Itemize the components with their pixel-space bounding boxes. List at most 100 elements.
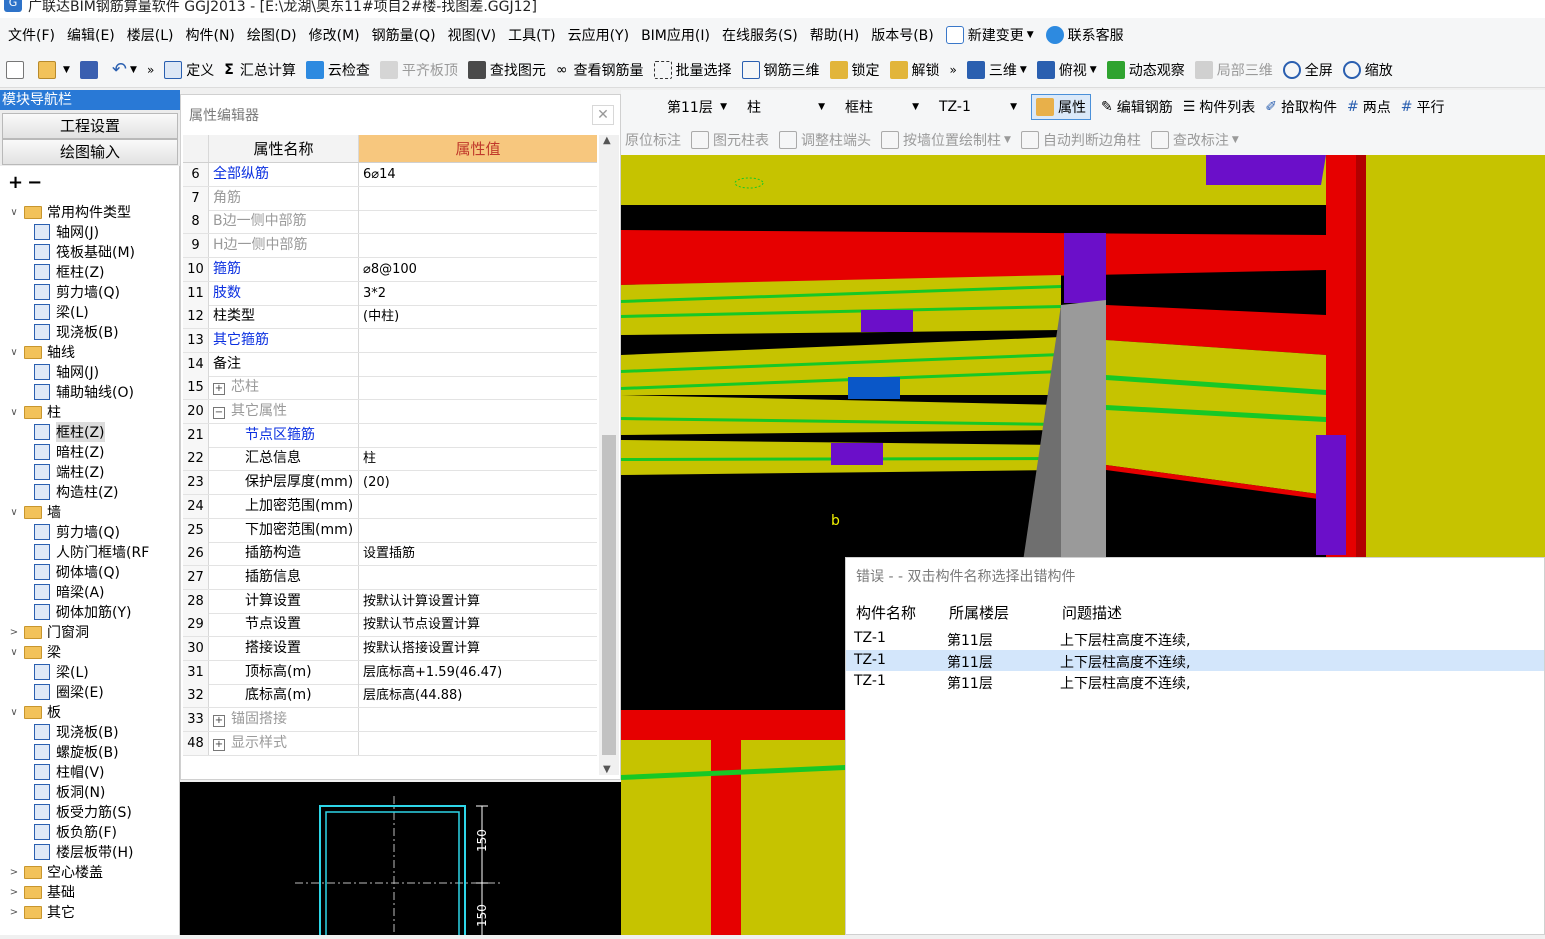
scroll-down-icon[interactable]: ▼ (603, 764, 611, 775)
top-view-button[interactable]: 俯视 ▼ (1036, 60, 1097, 80)
tree-item[interactable]: 筏板基础(M) (34, 242, 135, 262)
property-row[interactable]: 7 角筋 (183, 186, 597, 211)
tree-folder[interactable]: ∨ 墙 (8, 502, 61, 522)
property-row[interactable]: 23 保护层厚度(mm) (20) (183, 471, 597, 496)
property-row[interactable]: 25 下加密范围(mm) (183, 518, 597, 543)
property-value[interactable] (359, 353, 597, 376)
new-file-button[interactable] (6, 60, 28, 79)
zoom-button[interactable]: 缩放 (1342, 60, 1393, 80)
unlock-button[interactable]: 解锁 (889, 60, 940, 80)
tree-item[interactable]: 现浇板(B) (34, 322, 119, 342)
auto-corner-button[interactable]: 自动判断边角柱 (1020, 130, 1141, 150)
lock-button[interactable]: 锁定 (829, 60, 880, 80)
tree-item[interactable]: 螺旋板(B) (34, 742, 119, 762)
menu-draw[interactable]: 绘图(D) (247, 25, 297, 45)
project-settings-button[interactable]: 工程设置 (2, 113, 178, 139)
property-value[interactable] (359, 519, 597, 542)
menu-component[interactable]: 构件(N) (186, 25, 235, 45)
tree-folder[interactable]: > 空心楼盖 (8, 862, 103, 882)
more-tools-button-2[interactable]: » (950, 63, 957, 77)
menu-bim[interactable]: BIM应用(I) (641, 25, 710, 45)
property-row[interactable]: 11 肢数 3*2 (183, 281, 597, 306)
scroll-up-icon[interactable]: ▲ (603, 135, 611, 146)
property-value[interactable] (359, 566, 597, 589)
property-row[interactable]: 13 其它箍筋 (183, 328, 597, 353)
tree-item[interactable]: 轴网(J) (34, 362, 99, 382)
tree-item[interactable]: 辅助轴线(O) (34, 382, 134, 402)
contact-service-button[interactable]: 联系客服 (1045, 25, 1124, 45)
property-value[interactable] (359, 376, 597, 399)
scroll-thumb[interactable] (602, 435, 616, 755)
expand-collapse-tools[interactable]: +− (8, 172, 46, 193)
tree-item[interactable]: 框柱(Z) (34, 422, 105, 442)
tree-item[interactable]: 人防门框墙(RF (34, 542, 149, 562)
property-value[interactable] (359, 732, 597, 755)
tree-item[interactable]: 剪力墙(Q) (34, 282, 120, 302)
tree-item[interactable]: 砌体加筋(Y) (34, 602, 131, 622)
error-row[interactable]: TZ-1 第11层 上下层柱高度不连续, (846, 628, 1544, 649)
flat-slab-top-button[interactable]: 平齐板顶 (379, 60, 458, 80)
chevron-right-icon[interactable]: > (8, 887, 20, 898)
property-value[interactable] (359, 187, 597, 210)
property-row[interactable]: 20− 其它属性 (183, 400, 597, 424)
type-select[interactable]: 框柱 ▼ (839, 96, 925, 118)
menu-rebar[interactable]: 钢筋量(Q) (372, 25, 436, 45)
close-icon[interactable]: ✕ (592, 105, 614, 125)
property-value[interactable]: 3*2 (359, 282, 597, 305)
view-rebar-button[interactable]: ∞ 查看钢筋量 (556, 60, 644, 80)
expand-icon[interactable]: + (213, 715, 225, 728)
tree-folder[interactable]: ∨ 梁 (8, 642, 61, 662)
property-value[interactable]: 按默认计算设置计算 (359, 590, 597, 613)
property-value[interactable]: 柱 (359, 447, 597, 470)
tree-folder[interactable]: > 门窗洞 (8, 622, 89, 642)
chevron-down-icon[interactable]: ∨ (8, 347, 20, 358)
parallel-button[interactable]: # 平行 (1401, 97, 1445, 117)
chevron-down-icon[interactable]: ∨ (8, 707, 20, 718)
cloud-check-button[interactable]: 云检查 (305, 60, 370, 80)
property-value[interactable]: 设置插筋 (359, 542, 597, 565)
batch-select-button[interactable]: 批量选择 (653, 60, 732, 80)
tree-folder[interactable]: > 其它 (8, 902, 75, 922)
property-row[interactable]: 28 计算设置 按默认计算设置计算 (183, 589, 597, 614)
pick-element-button[interactable]: ✐ 拾取构件 (1265, 97, 1337, 117)
collapse-all-icon[interactable]: − (27, 172, 46, 193)
three-d-button[interactable]: 三维 ▼ (966, 60, 1027, 80)
property-value[interactable]: ⌀8@100 (359, 258, 597, 281)
tree-folder[interactable]: ∨ 轴线 (8, 342, 75, 362)
tree-item[interactable]: 柱帽(V) (34, 762, 105, 782)
property-value[interactable] (359, 329, 597, 352)
property-row[interactable]: 9 H边一侧中部筋 (183, 234, 597, 259)
menu-file[interactable]: 文件(F) (8, 25, 55, 45)
property-row[interactable]: 33 + 锚固搭接 (183, 708, 597, 733)
draw-by-wall-button[interactable]: 按墙位置绘制柱 ▼ (881, 130, 1011, 150)
open-file-button[interactable]: ▼ (38, 60, 70, 79)
property-value[interactable] (359, 495, 597, 518)
property-value[interactable]: (20) (359, 471, 597, 494)
rebar-3d-button[interactable]: 钢筋三维 (741, 60, 820, 80)
property-value[interactable]: 按默认搭接设置计算 (359, 637, 597, 660)
property-row[interactable]: 24 上加密范围(mm) (183, 494, 597, 519)
chevron-down-icon[interactable]: ∨ (8, 507, 20, 518)
property-row[interactable]: 30 搭接设置 按默认搭接设置计算 (183, 637, 597, 661)
tree-item[interactable]: 梁(L) (34, 302, 89, 322)
more-tools-button[interactable]: » (147, 63, 154, 77)
tree-item[interactable]: 板负筋(F) (34, 822, 117, 842)
property-value[interactable] (359, 400, 597, 423)
menu-edit[interactable]: 编辑(E) (67, 25, 115, 45)
property-row[interactable]: 8 B边一侧中部筋 (183, 210, 597, 235)
menu-online[interactable]: 在线服务(S) (722, 25, 798, 45)
property-row[interactable]: 22 汇总信息 柱 (183, 447, 597, 472)
property-value[interactable]: 6⌀14 (359, 163, 597, 186)
tree-item[interactable]: 板受力筋(S) (34, 802, 132, 822)
property-row[interactable]: 32 底标高(m) 层底标高(44.88) (183, 684, 597, 709)
adjust-column-end-button[interactable]: 调整柱端头 (779, 130, 871, 150)
property-value[interactable]: 层底标高+1.59(46.47) (359, 661, 597, 684)
property-row[interactable]: 21 节点区箍筋 (183, 423, 597, 448)
tree-item[interactable]: 轴网(J) (34, 222, 99, 242)
drawing-input-button[interactable]: 绘图输入 (2, 139, 178, 165)
property-row[interactable]: 15 + 芯柱 (183, 376, 597, 401)
tree-item[interactable]: 圈梁(E) (34, 682, 104, 702)
property-value[interactable]: 层底标高(44.88) (359, 684, 597, 707)
define-button[interactable]: 定义 (164, 60, 214, 80)
menu-modify[interactable]: 修改(M) (309, 25, 360, 45)
